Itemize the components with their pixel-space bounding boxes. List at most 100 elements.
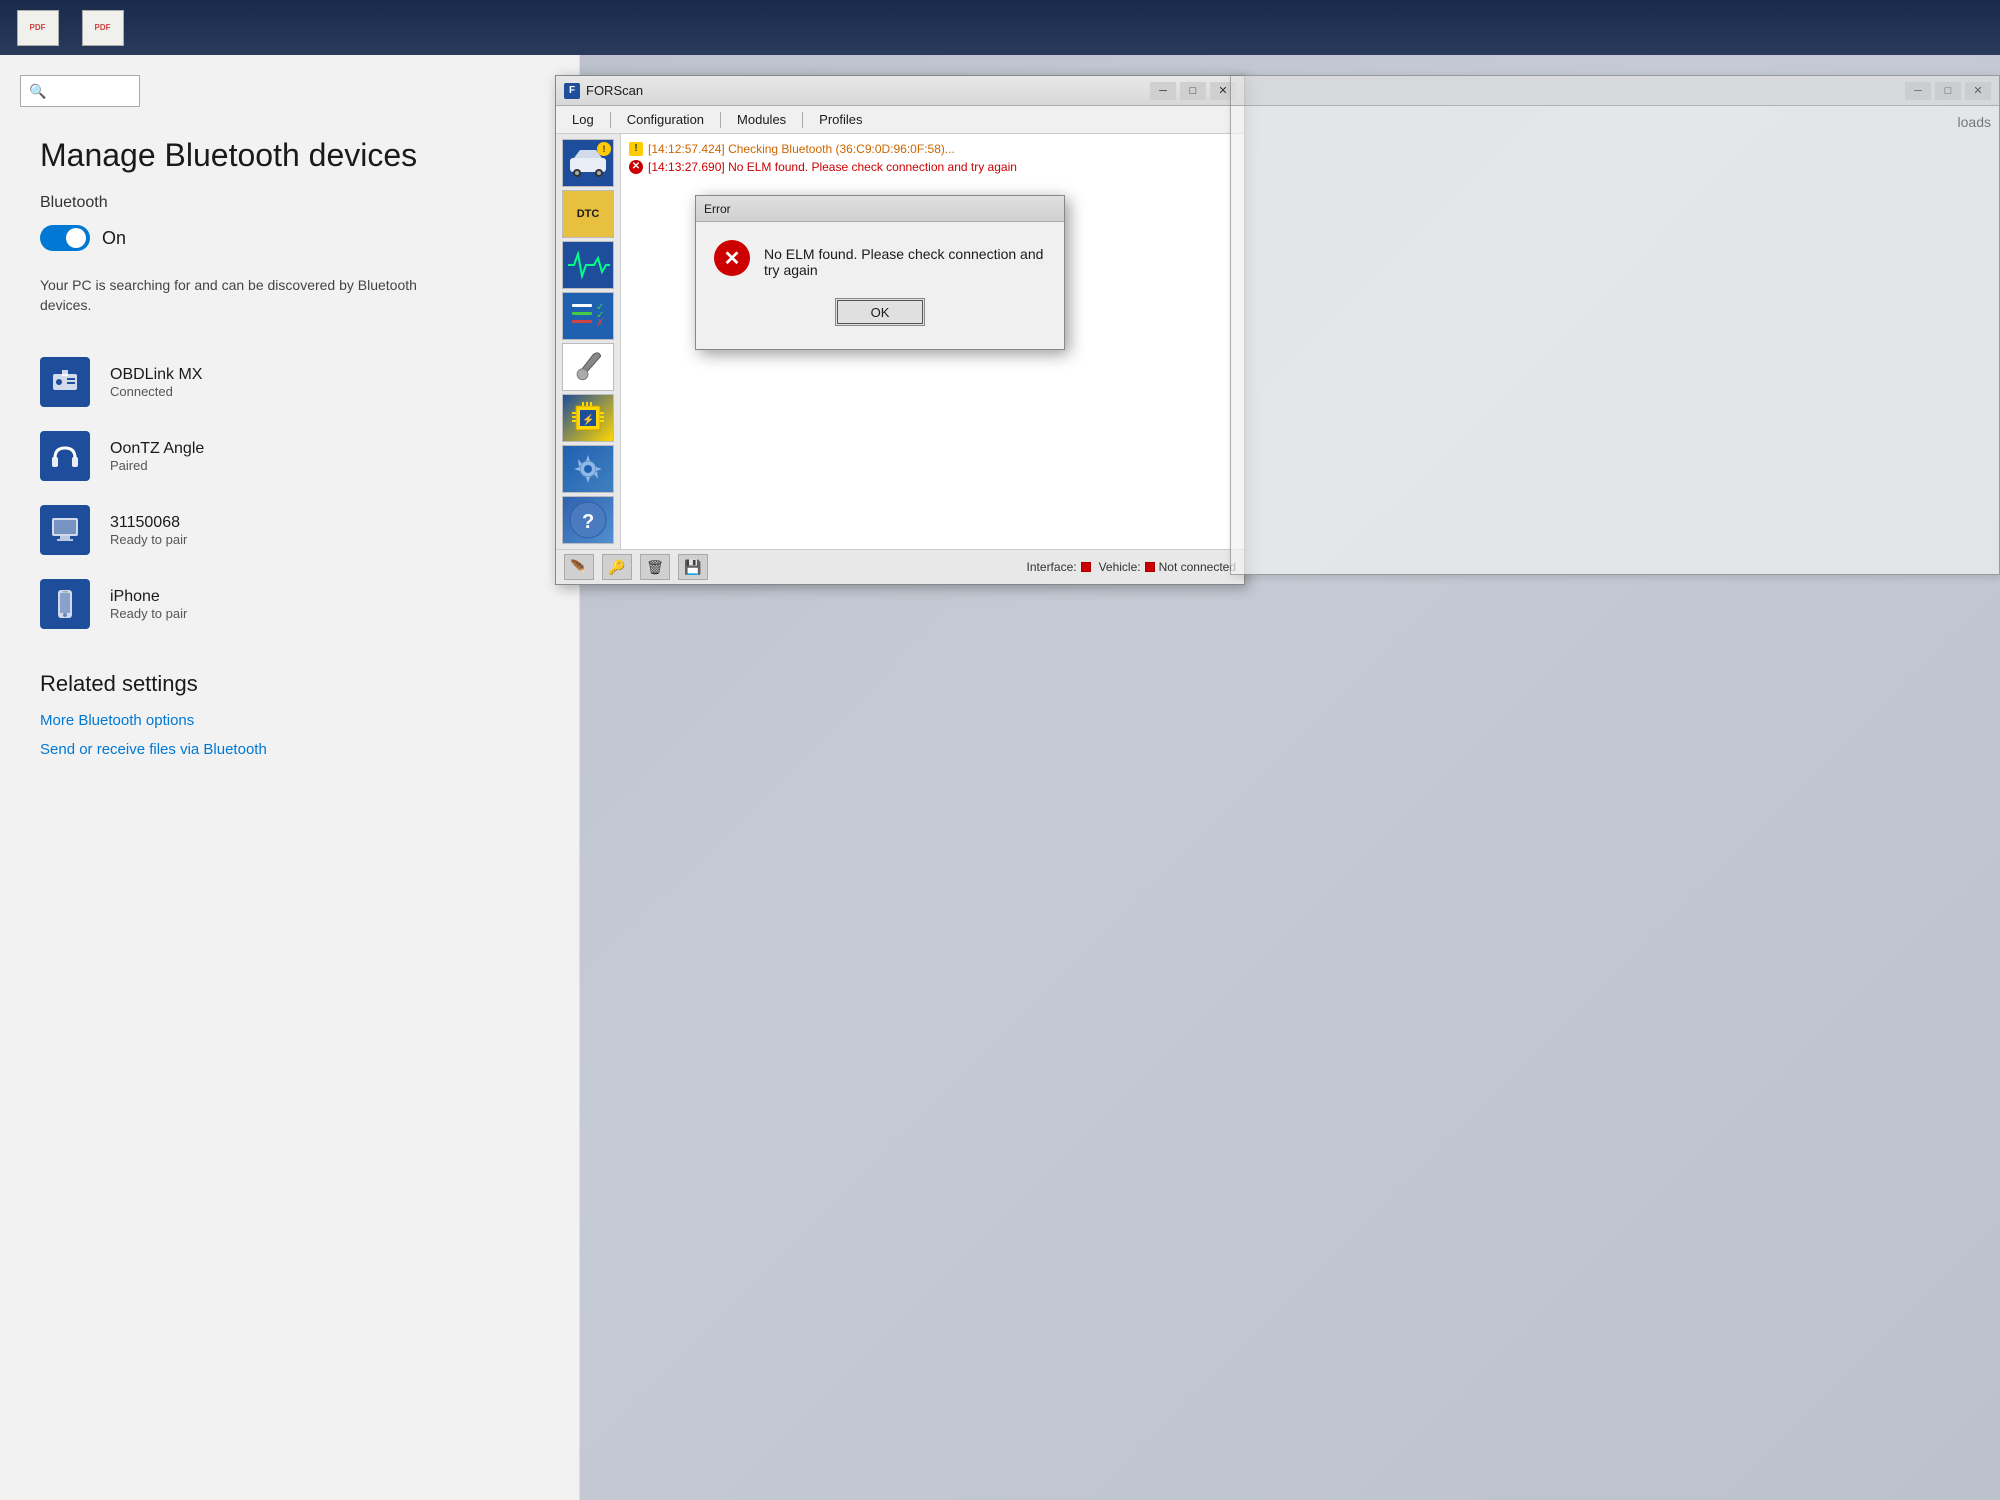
device-status-iphone: Ready to pair: [110, 606, 187, 621]
toolbar-delete-button[interactable]: 🗑: [640, 554, 670, 580]
settings-panel: 🔍 Manage Bluetooth devices Bluetooth On …: [0, 55, 580, 1500]
toolbar-feather-button[interactable]: 🪶: [564, 554, 594, 580]
obdlink-svg-icon: [49, 366, 81, 398]
error-dialog: Error ✕ No ELM found. Please check conne…: [695, 195, 1065, 350]
not-connected-text: Not connected: [1159, 560, 1236, 574]
bluetooth-description: Your PC is searching for and can be disc…: [0, 271, 500, 345]
dialog-content: ✕ No ELM found. Please check connection …: [696, 222, 1064, 290]
toolbar-key-button[interactable]: 🔑: [602, 554, 632, 580]
monitor-svg-icon: [49, 514, 81, 546]
forscan-titlebar: F FORScan ─ □ ✕: [556, 76, 1244, 106]
search-area: 🔍: [0, 55, 579, 117]
menu-sep-1: [610, 112, 611, 128]
send-files-link[interactable]: Send or receive files via Bluetooth: [40, 741, 539, 758]
more-bluetooth-link[interactable]: More Bluetooth options: [40, 712, 539, 729]
interface-label: Interface:: [1027, 560, 1077, 574]
device-name-31150068: 31150068: [110, 514, 187, 532]
sidebar-oscilloscope-button[interactable]: [562, 241, 614, 289]
bluetooth-toggle-row: On: [0, 217, 579, 271]
menu-profiles[interactable]: Profiles: [808, 109, 873, 130]
menu-sep-3: [802, 112, 803, 128]
pdf-icon-2: PDF: [82, 10, 124, 46]
device-icon-obdlink: [40, 357, 90, 407]
interface-status: Interface:: [1027, 560, 1091, 574]
device-info-obdlink: OBDLink MX Connected: [110, 366, 202, 399]
device-icon-oontz: [40, 431, 90, 481]
device-item-oontz[interactable]: OonTZ Angle Paired: [0, 419, 579, 493]
related-settings-heading: Related settings: [40, 671, 539, 697]
phone-svg-icon: [49, 588, 81, 620]
vehicle-status: Vehicle: Not connected: [1099, 560, 1236, 574]
device-info-31150068: 31150068 Ready to pair: [110, 514, 187, 547]
ok-button[interactable]: OK: [835, 298, 925, 326]
device-item-iphone[interactable]: iPhone Ready to pair: [0, 567, 579, 641]
device-status-obdlink: Connected: [110, 384, 202, 399]
forscan-title-text: FORScan: [586, 83, 643, 98]
search-icon: 🔍: [29, 83, 46, 100]
svg-text:?: ?: [582, 511, 594, 533]
device-name-oontz: OonTZ Angle: [110, 440, 204, 458]
forscan-toolbar: 🪶 🔑 🗑 💾 Interface: Vehicle: Not connecte…: [556, 549, 1244, 584]
sidebar-dtc-button[interactable]: DTC: [562, 190, 614, 238]
sidebar-wrench-button[interactable]: [562, 343, 614, 391]
pdf-icon-1: PDF: [17, 10, 59, 46]
menu-modules[interactable]: Modules: [726, 109, 797, 130]
log-error-text: [14:13:27.690] No ELM found. Please chec…: [648, 160, 1017, 174]
interface-dot: [1081, 562, 1091, 572]
right-panel-close[interactable]: ✕: [1965, 82, 1991, 100]
right-panel-content: loads: [1231, 106, 1999, 138]
svg-text:⚡: ⚡: [582, 413, 594, 426]
sidebar-pcm-button[interactable]: ⚡: [562, 394, 614, 442]
svg-text:✗: ✗: [596, 318, 604, 329]
toggle-state-label: On: [102, 228, 126, 249]
dialog-titlebar: Error: [696, 196, 1064, 222]
right-panel-maximize[interactable]: □: [1935, 82, 1961, 100]
help-icon: ?: [566, 498, 610, 542]
device-name-obdlink: OBDLink MX: [110, 366, 202, 384]
device-name-iphone: iPhone: [110, 588, 187, 606]
device-icon-iphone: [40, 579, 90, 629]
search-box[interactable]: 🔍: [20, 75, 140, 107]
bluetooth-toggle[interactable]: [40, 225, 90, 251]
desktop-icon-pdf-2[interactable]: PDF: [75, 10, 130, 46]
page-title: Manage Bluetooth devices: [0, 117, 579, 189]
device-item-31150068[interactable]: 31150068 Ready to pair: [0, 493, 579, 567]
dtc-label: DTC: [577, 208, 600, 220]
log-entry-warning: ! [14:12:57.424] Checking Bluetooth (36:…: [629, 142, 1236, 156]
sidebar-checklist-button[interactable]: ✓ ✓ ✗: [562, 292, 614, 340]
error-message-text: No ELM found. Please check connection an…: [764, 240, 1046, 278]
menu-configuration[interactable]: Configuration: [616, 109, 715, 130]
chip-icon: ⚡: [566, 396, 610, 440]
info-badge: !: [597, 142, 611, 156]
minimize-button[interactable]: ─: [1150, 82, 1176, 100]
error-circle-icon: ✕: [714, 240, 750, 276]
desktop-icon-pdf-1[interactable]: PDF: [10, 10, 65, 46]
forscan-title-area: F FORScan: [564, 83, 1150, 99]
right-panel-titlebar: ─ □ ✕: [1231, 76, 1999, 106]
sidebar-help-button[interactable]: ?: [562, 496, 614, 544]
dialog-footer: OK: [696, 290, 1064, 334]
vehicle-label: Vehicle:: [1099, 560, 1141, 574]
sidebar-car-info-button[interactable]: !: [562, 139, 614, 187]
device-status-oontz: Paired: [110, 458, 204, 473]
taskbar: PDF PDF: [0, 0, 2000, 55]
error-icon: ✕: [629, 160, 643, 174]
vehicle-dot: [1145, 562, 1155, 572]
toolbar-save-button[interactable]: 💾: [678, 554, 708, 580]
right-panel-minimize[interactable]: ─: [1905, 82, 1931, 100]
menu-log[interactable]: Log: [561, 109, 605, 130]
maximize-button[interactable]: □: [1180, 82, 1206, 100]
warning-icon: !: [629, 142, 643, 156]
headphones-svg-icon: [49, 440, 81, 472]
related-settings-section: Related settings More Bluetooth options …: [0, 641, 579, 785]
checklist-icon: ✓ ✓ ✗: [566, 294, 610, 338]
desktop: PDF PDF 🔍 Manage Bluetooth devices Bluet…: [0, 0, 2000, 1500]
bluetooth-label: Bluetooth: [0, 189, 579, 217]
waveform-icon: [566, 248, 610, 282]
dialog-title: Error: [704, 202, 731, 216]
forscan-menubar: Log Configuration Modules Profiles: [556, 106, 1244, 134]
log-warning-text: [14:12:57.424] Checking Bluetooth (36:C9…: [648, 142, 955, 156]
right-background-panel: ─ □ ✕ loads: [1230, 75, 2000, 575]
device-item-obdlink[interactable]: OBDLink MX Connected: [0, 345, 579, 419]
sidebar-settings-button[interactable]: [562, 445, 614, 493]
